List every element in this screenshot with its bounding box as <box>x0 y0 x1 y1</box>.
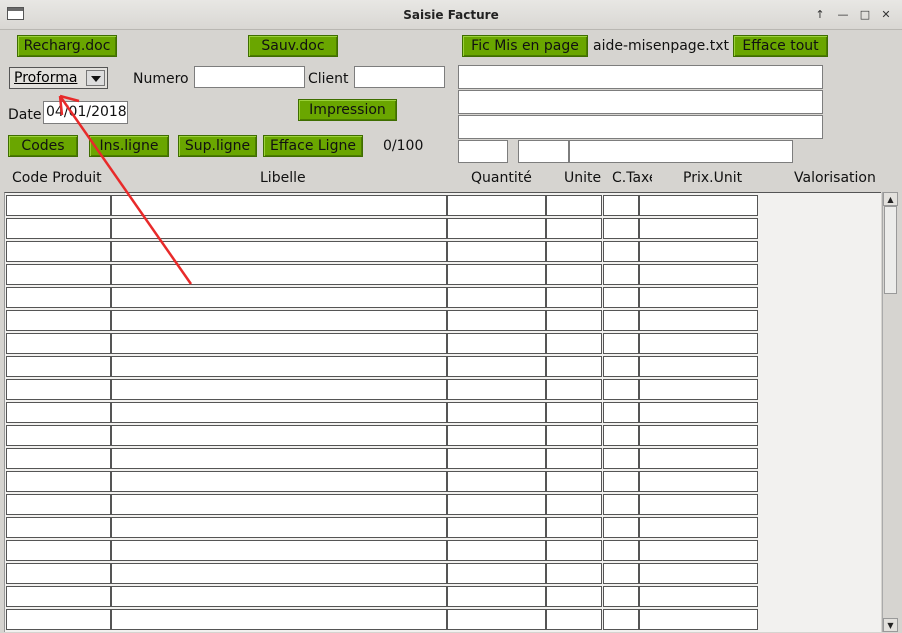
annotation-arrow <box>58 94 193 285</box>
arrow-shaft <box>58 95 193 285</box>
